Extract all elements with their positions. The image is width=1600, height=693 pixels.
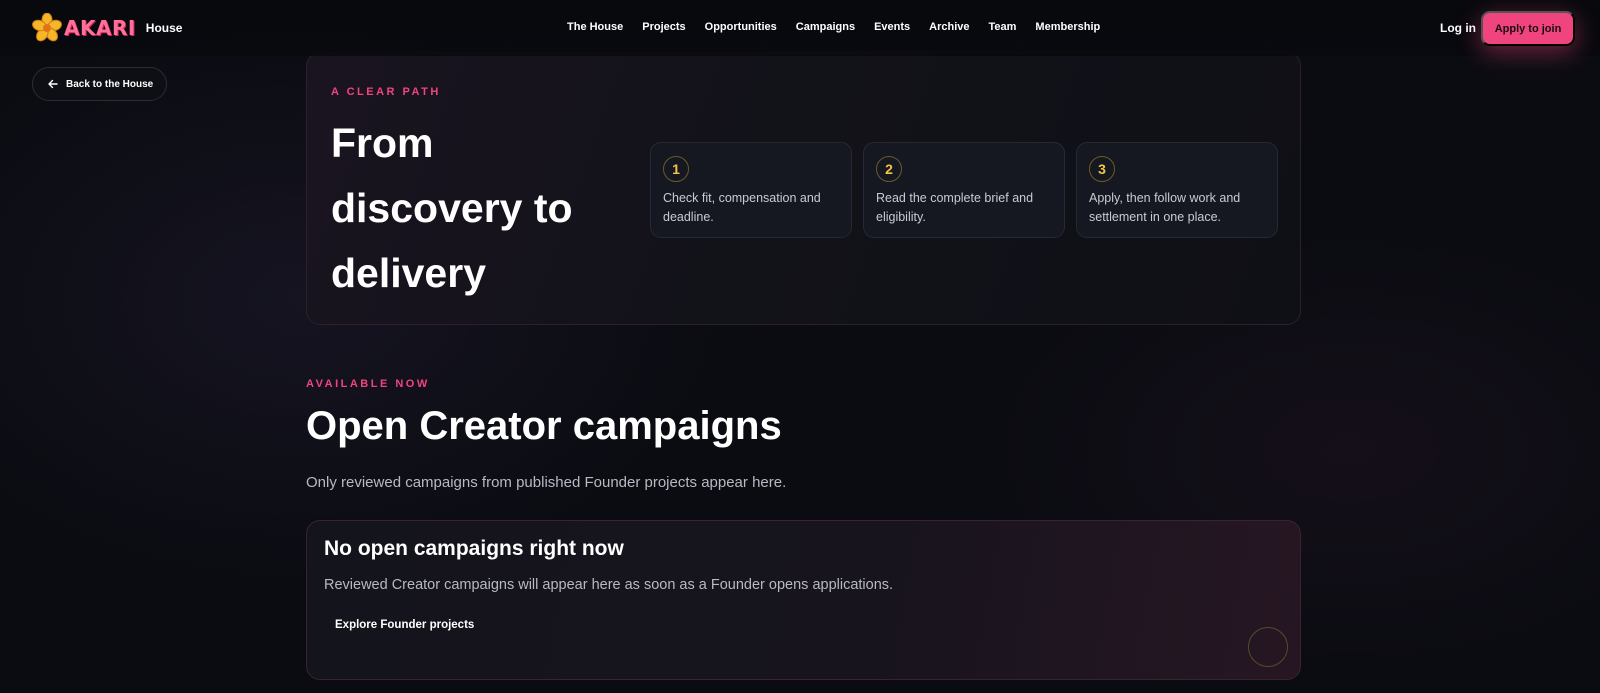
step-number-badge: 2 <box>876 156 902 182</box>
back-button-label: Back to the House <box>66 78 154 90</box>
login-link[interactable]: Log in <box>1440 21 1476 35</box>
nav-campaigns[interactable]: Campaigns <box>796 21 855 33</box>
brand-logo[interactable]: AKARI House <box>32 13 182 43</box>
flower-logo-icon <box>32 13 62 42</box>
arrow-left-icon <box>48 79 58 89</box>
brand-suffix: House <box>145 21 183 35</box>
step-text: Apply, then follow work and settlement i… <box>1089 191 1241 224</box>
clear-path-card: A CLEAR PATH From discovery to delivery … <box>306 52 1301 325</box>
nav-events[interactable]: Events <box>874 21 910 33</box>
loading-ring-icon <box>1248 627 1288 667</box>
campaigns-section-title: Open Creator campaigns <box>306 404 782 448</box>
campaigns-section-description: Only reviewed campaigns from published F… <box>306 474 787 491</box>
step-card: 2 Read the complete brief and eligibilit… <box>863 142 1065 238</box>
nav-membership[interactable]: Membership <box>1035 21 1100 33</box>
step-number-badge: 1 <box>663 156 689 182</box>
available-now-eyebrow: AVAILABLE NOW <box>306 378 430 390</box>
empty-campaigns-card: No open campaigns right now Reviewed Cre… <box>306 520 1301 680</box>
top-navigation-bar: AKARI House The House Projects Opportuni… <box>0 0 1600 56</box>
nav-team[interactable]: Team <box>989 21 1017 33</box>
empty-state-title: No open campaigns right now <box>324 537 624 560</box>
step-card: 3 Apply, then follow work and settlement… <box>1076 142 1278 238</box>
nav-the-house[interactable]: The House <box>567 21 623 33</box>
apply-to-join-button[interactable]: Apply to join <box>1481 11 1575 46</box>
step-text: Check fit, compensation and deadline. <box>663 191 821 224</box>
nav-projects[interactable]: Projects <box>642 21 685 33</box>
nav-opportunities[interactable]: Opportunities <box>705 21 777 33</box>
path-eyebrow: A CLEAR PATH <box>331 86 441 98</box>
step-card: 1 Check fit, compensation and deadline. <box>650 142 852 238</box>
step-text: Read the complete brief and eligibility. <box>876 191 1034 224</box>
path-title: From discovery to delivery <box>331 120 573 296</box>
steps-list: 1 Check fit, compensation and deadline. … <box>650 142 1289 238</box>
explore-founder-projects-link[interactable]: Explore Founder projects <box>335 619 474 631</box>
main-nav: The House Projects Opportunities Campaig… <box>567 21 1119 33</box>
step-number-badge: 3 <box>1089 156 1115 182</box>
nav-archive[interactable]: Archive <box>929 21 969 33</box>
brand-wordmark: AKARI <box>64 16 136 40</box>
empty-state-description: Reviewed Creator campaigns will appear h… <box>324 577 894 593</box>
back-to-house-button[interactable]: Back to the House <box>32 67 167 101</box>
